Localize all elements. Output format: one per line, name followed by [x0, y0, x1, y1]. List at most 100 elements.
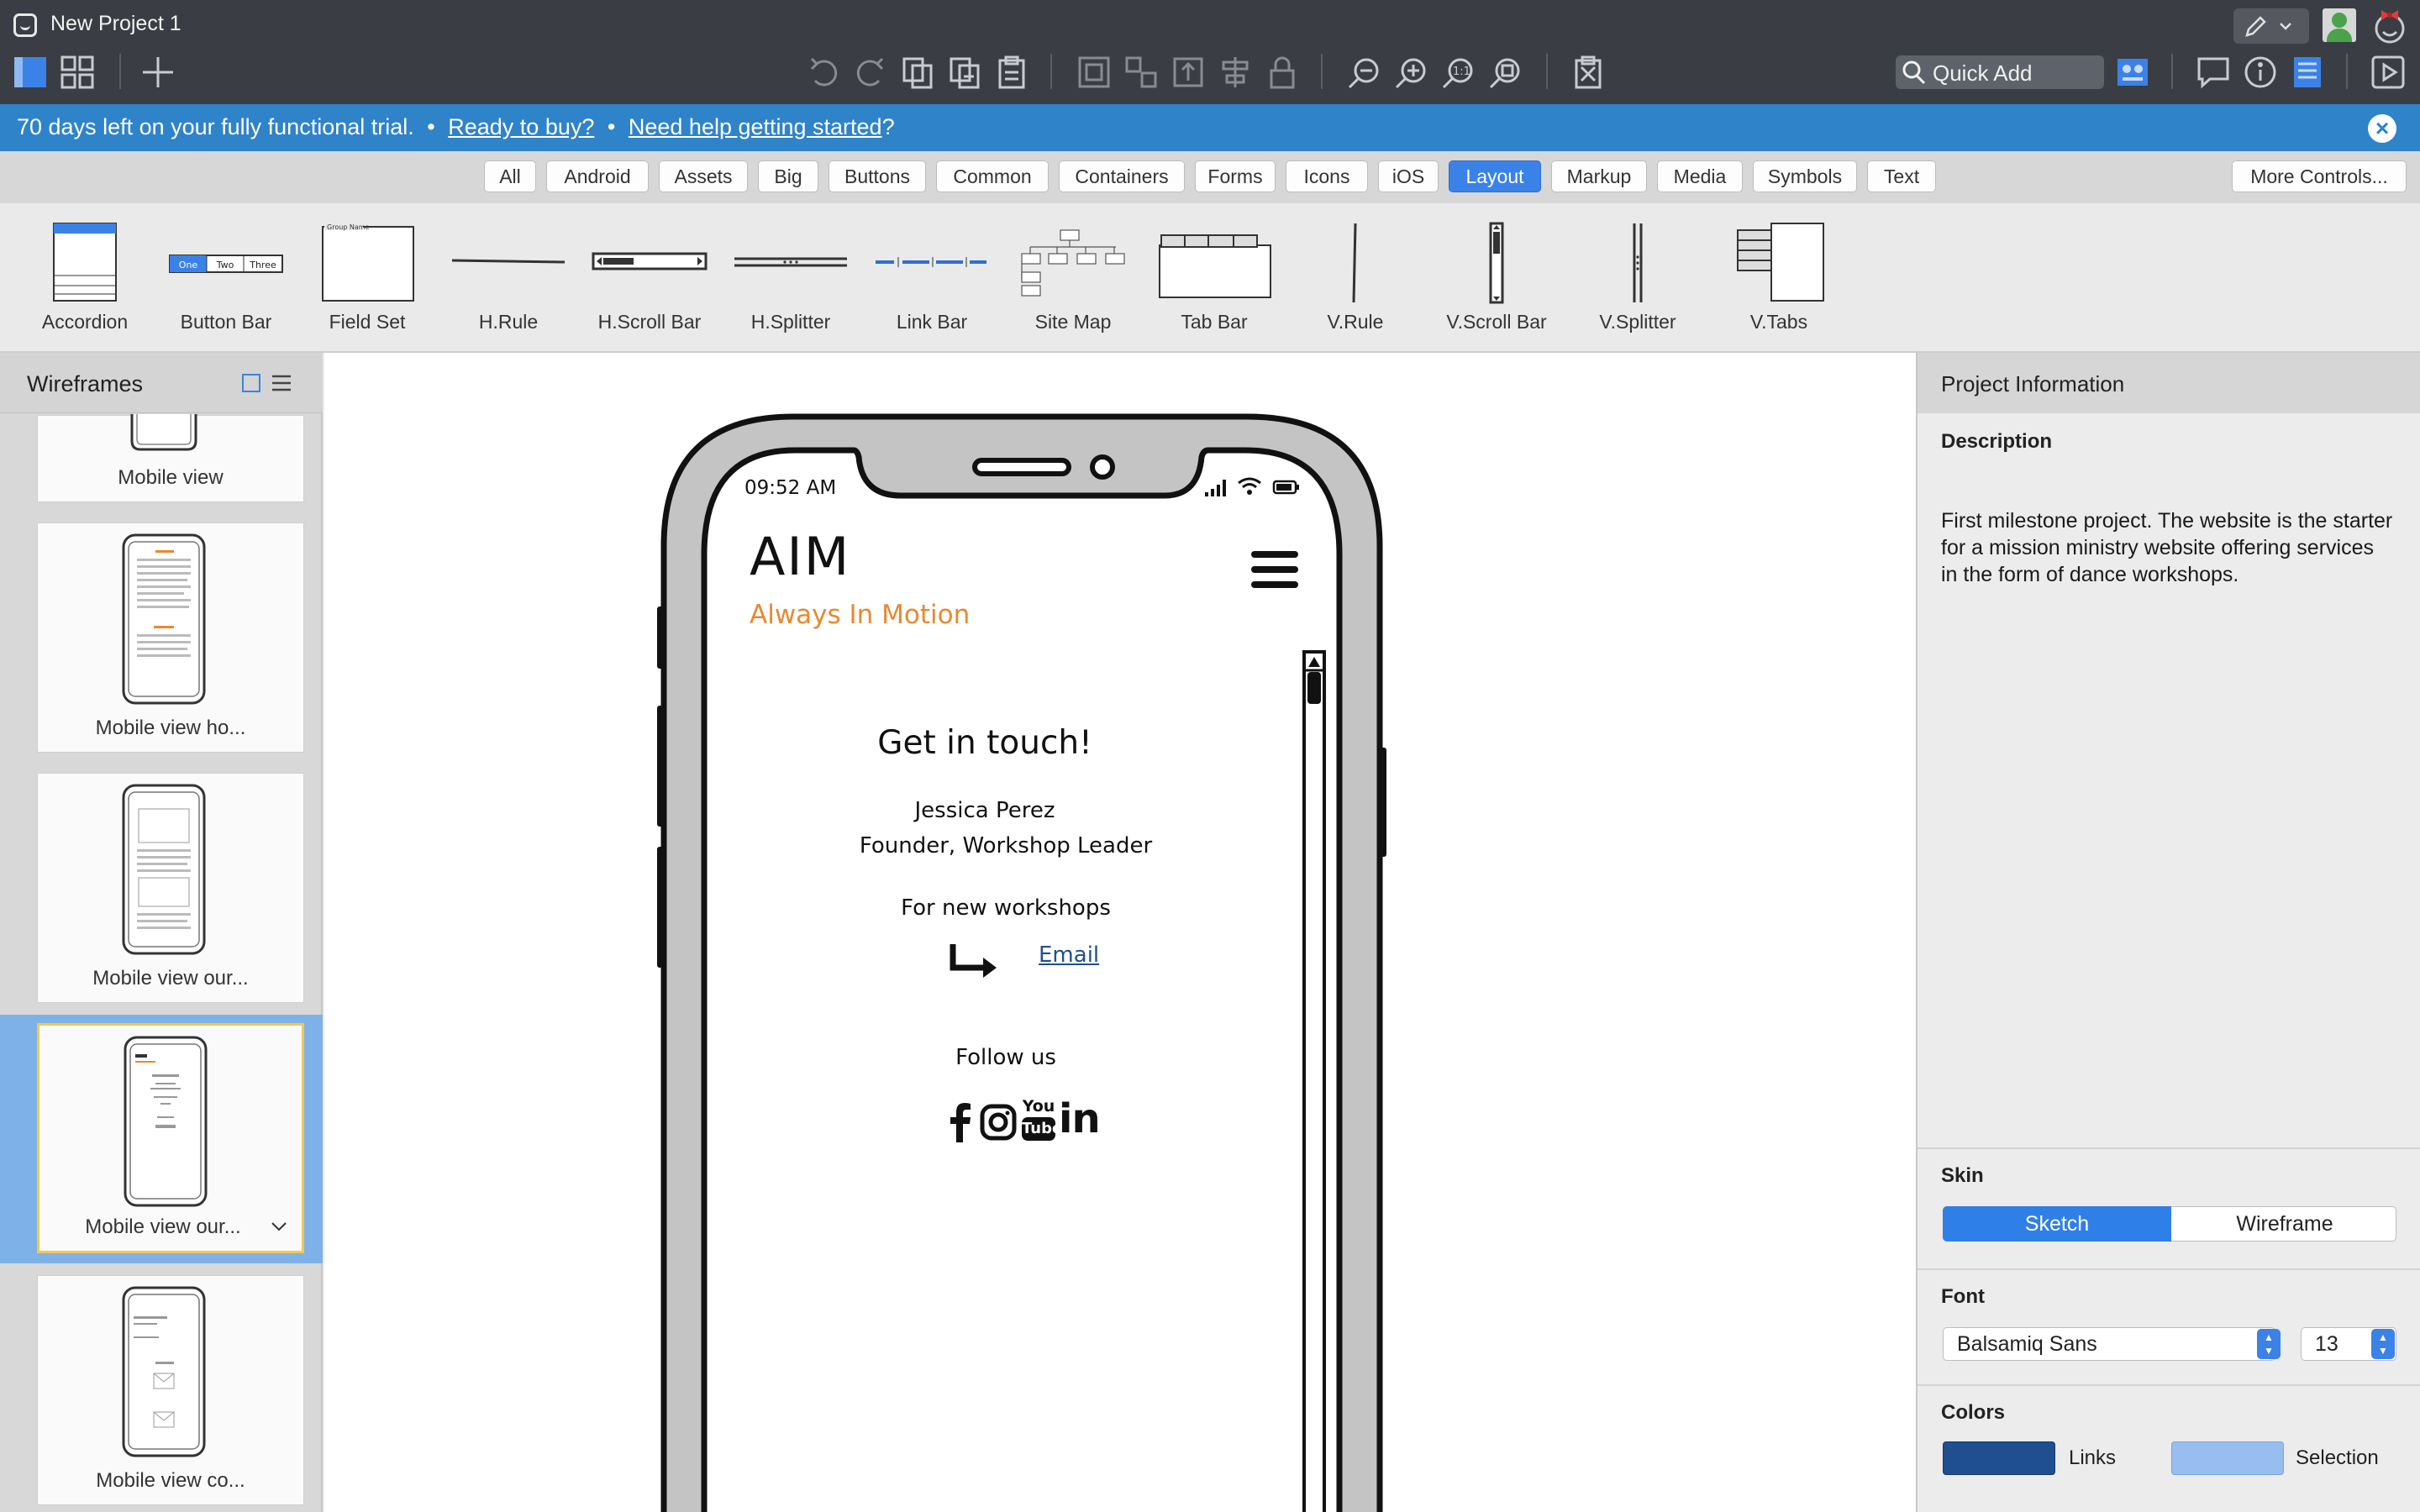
- undo-icon[interactable]: [805, 54, 842, 91]
- zoom-out-icon[interactable]: [1346, 54, 1383, 91]
- edit-mode-dropdown[interactable]: [2233, 8, 2309, 44]
- follow-us-text: Follow us: [955, 1045, 1056, 1070]
- control-site-map[interactable]: Site Map: [1010, 220, 1136, 338]
- align-icon[interactable]: [1217, 54, 1254, 91]
- gift-icon[interactable]: [2370, 5, 2410, 45]
- comments-icon[interactable]: [2195, 54, 2232, 91]
- font-select-chevron-icon[interactable]: ▲ ▼: [2257, 1329, 2281, 1359]
- facebook-icon[interactable]: [948, 1102, 973, 1142]
- wireframe-thumbnail[interactable]: Mobile view our...: [37, 773, 304, 1003]
- wireframes-title: Wireframes: [27, 371, 144, 396]
- wireframe-thumbnail[interactable]: Mobile view co...: [37, 1275, 304, 1505]
- font-family-select[interactable]: Balsamiq Sans: [1943, 1327, 2275, 1361]
- grid-view-icon[interactable]: [59, 54, 96, 91]
- tab-forms[interactable]: Forms: [1195, 160, 1276, 192]
- control-label: H.Splitter: [750, 311, 831, 333]
- tab-ios[interactable]: iOS: [1378, 160, 1439, 192]
- wireframe-thumbnail[interactable]: Mobile view: [37, 414, 304, 502]
- tab-android[interactable]: Android: [546, 160, 649, 192]
- wireframe-label: Mobile view our...: [92, 967, 249, 990]
- thumbnail-view-icon[interactable]: [242, 374, 260, 392]
- description-field[interactable]: First milestone project. The website is …: [1941, 507, 2395, 588]
- avatar[interactable]: [2323, 8, 2356, 42]
- links-color-swatch[interactable]: [1943, 1441, 2055, 1475]
- skin-sketch-option[interactable]: Sketch: [1943, 1206, 2171, 1242]
- linkedin-icon[interactable]: in: [1059, 1095, 1101, 1142]
- info-icon[interactable]: [2242, 54, 2279, 91]
- control-label: Field Set: [329, 311, 406, 333]
- single-view-icon[interactable]: [12, 54, 49, 91]
- control-field-set[interactable]: Group Name Field Set: [304, 220, 430, 338]
- delete-icon[interactable]: [1570, 54, 1607, 91]
- control-tab-bar[interactable]: Tab Bar: [1151, 220, 1277, 338]
- ungroup-icon[interactable]: [1123, 54, 1160, 91]
- control-h-scroll-bar[interactable]: H.Scroll Bar: [587, 220, 713, 338]
- colors-label: Colors: [1941, 1401, 2006, 1424]
- control-label: V.Scroll Bar: [1446, 311, 1547, 333]
- control-v-rule[interactable]: V.Rule: [1292, 220, 1418, 338]
- duplicate-icon[interactable]: [946, 54, 983, 91]
- control-link-bar[interactable]: Link Bar: [869, 220, 995, 338]
- tab-containers[interactable]: Containers: [1059, 160, 1185, 192]
- bring-forward-icon[interactable]: [1170, 54, 1207, 91]
- battery-icon: [1272, 480, 1299, 495]
- control-v-tabs[interactable]: V.Tabs: [1716, 220, 1842, 338]
- control-v-splitter[interactable]: V.Splitter: [1575, 220, 1701, 338]
- tab-assets[interactable]: Assets: [659, 160, 748, 192]
- youtube-icon[interactable]: You Tube: [1020, 1097, 1062, 1146]
- zoom-actual-size-icon[interactable]: 1:1: [1440, 54, 1477, 91]
- tab-big[interactable]: Big: [758, 160, 818, 192]
- wireframe-thumbnail[interactable]: Mobile view ho...: [37, 522, 304, 753]
- lock-icon[interactable]: [1264, 54, 1301, 91]
- svg-text:1:1: 1:1: [1453, 66, 1470, 78]
- tab-markup[interactable]: Markup: [1551, 160, 1647, 192]
- control-h-rule[interactable]: H.Rule: [445, 220, 571, 338]
- tab-symbols[interactable]: Symbols: [1753, 160, 1857, 192]
- control-button-bar[interactable]: One Two Three Button Bar: [163, 220, 289, 338]
- toolbar-separator: [1546, 54, 1548, 89]
- button-bar-sample-label: Three: [249, 260, 276, 270]
- tab-icons[interactable]: Icons: [1286, 160, 1368, 192]
- phone-frame[interactable]: [324, 353, 1916, 1512]
- email-link[interactable]: Email: [1039, 942, 1099, 968]
- skin-wireframe-option[interactable]: Wireframe: [2173, 1206, 2396, 1242]
- tab-media[interactable]: Media: [1657, 160, 1743, 192]
- zoom-in-icon[interactable]: [1393, 54, 1430, 91]
- panel-divider: [1918, 1147, 2420, 1149]
- tab-layout[interactable]: Layout: [1449, 160, 1541, 192]
- zoom-fit-icon[interactable]: [1487, 54, 1524, 91]
- selection-color-swatch[interactable]: [2171, 1441, 2284, 1475]
- instagram-icon[interactable]: [980, 1104, 1017, 1141]
- group-icon[interactable]: [1076, 54, 1113, 91]
- tab-all[interactable]: All: [484, 160, 536, 192]
- more-controls-button[interactable]: More Controls...: [2232, 160, 2407, 192]
- ready-to-buy-link[interactable]: Ready to buy?: [448, 114, 594, 139]
- help-getting-started-link[interactable]: Need help getting started: [629, 114, 882, 139]
- tab-common[interactable]: Common: [936, 160, 1049, 192]
- add-wireframe-icon[interactable]: [139, 54, 176, 91]
- font-size-stepper-icon[interactable]: ▲ ▼: [2371, 1329, 2395, 1359]
- paste-icon[interactable]: [993, 54, 1030, 91]
- chevron-down-icon[interactable]: [270, 1221, 288, 1232]
- canvas[interactable]: 09:52 AM AIM Always In Motion Get in tou…: [324, 353, 1916, 1512]
- control-h-splitter[interactable]: H.Splitter: [728, 220, 854, 338]
- project-info-title: Project Information: [1941, 371, 2125, 396]
- properties-panel-icon[interactable]: [2289, 54, 2326, 91]
- ui-library-icon[interactable]: [2114, 54, 2151, 91]
- tab-buttons[interactable]: Buttons: [829, 160, 926, 192]
- control-accordion[interactable]: Accordion: [22, 220, 148, 338]
- window-title: New Project 1: [50, 12, 182, 35]
- cellular-signal-icon: [1205, 480, 1226, 496]
- button-bar-sample-label: Two: [216, 260, 234, 270]
- wireframe-thumbnail-selected[interactable]: Mobile view our...: [37, 1023, 304, 1253]
- font-label: Font: [1941, 1285, 1985, 1308]
- list-view-icon[interactable]: [271, 371, 292, 395]
- hamburger-menu-icon[interactable]: [1250, 549, 1299, 591]
- control-v-scroll-bar[interactable]: V.Scroll Bar: [1434, 220, 1560, 338]
- copy-icon[interactable]: [899, 54, 936, 91]
- contact-heading: Get in touch!: [877, 724, 1092, 762]
- tab-text[interactable]: Text: [1867, 160, 1936, 192]
- present-icon[interactable]: [2370, 54, 2407, 91]
- close-banner-button[interactable]: ×: [2368, 114, 2396, 143]
- redo-icon[interactable]: [852, 54, 889, 91]
